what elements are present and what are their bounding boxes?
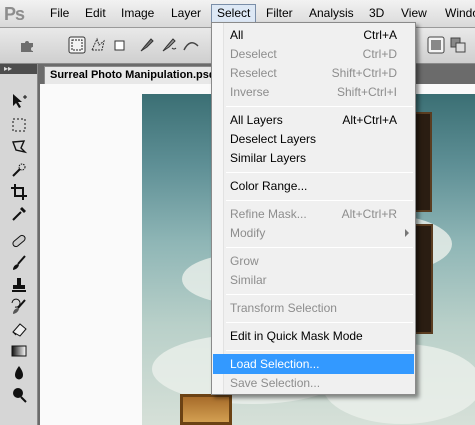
menu-item-label: Color Range... [230,179,308,193]
menu-item-shortcut: Shift+Ctrl+I [336,85,397,99]
menu-image[interactable]: Image [116,4,159,23]
menu-item-label: All Layers [230,113,283,127]
menu-item-shortcut: Shift+Ctrl+D [331,66,397,80]
combine-shapes-icon[interactable] [427,36,445,54]
menu-item-color-range[interactable]: Color Range... [213,176,414,196]
menu-item-inverse[interactable]: Inverse Shift+Ctrl+I [213,82,414,102]
menu-item-shortcut: Alt+Ctrl+A [342,113,397,127]
menu-edit[interactable]: Edit [80,4,111,23]
tools-panel-grip[interactable]: ▸▸ [0,64,37,74]
freeform-pen-icon[interactable] [160,36,178,54]
menu-item-save-selection[interactable]: Save Selection... [213,373,414,393]
add-to-selection-icon[interactable] [89,36,107,54]
submenu-arrow-icon [405,229,409,237]
menu-item-shortcut: Ctrl+D [362,47,397,61]
menu-item-deselect-layers[interactable]: Deselect Layers [213,129,414,149]
blur-tool-icon[interactable] [10,364,28,382]
menu-item-modify[interactable]: Modify [213,223,414,243]
path-icon[interactable] [182,36,200,54]
marquee-tool-icon[interactable] [10,116,28,134]
menu-item-label: Edit in Quick Mask Mode [230,329,363,343]
menu-item-label: Load Selection... [230,357,320,371]
menu-item-similar[interactable]: Similar [213,270,414,290]
menu-item-label: Similar Layers [230,151,307,165]
menu-item-reselect[interactable]: Reselect Shift+Ctrl+D [213,63,414,83]
clone-stamp-tool-icon[interactable] [10,276,28,294]
menu-separator [226,350,413,351]
crop-tool-icon[interactable] [10,183,28,201]
tools-panel: ▸▸ [0,64,38,425]
menu-item-label: Refine Mask... [230,207,307,221]
menu-separator [226,247,413,248]
menu-separator [226,322,413,323]
menu-item-label: Reselect [230,66,277,80]
menu-layer[interactable]: Layer [166,4,206,23]
rectangle-icon[interactable] [110,36,128,54]
menu-item-grow[interactable]: Grow [213,251,414,271]
menu-item-label: Grow [230,254,259,268]
document-tab[interactable]: Surreal Photo Manipulation.psd [44,66,220,84]
photoshop-logo: Ps [4,4,25,24]
menu-filter[interactable]: Filter [261,4,298,23]
menu-item-deselect[interactable]: Deselect Ctrl+D [213,44,414,64]
menu-item-label: Deselect Layers [230,132,317,146]
eraser-tool-icon[interactable] [10,320,28,338]
menu-item-load-selection[interactable]: Load Selection... [213,354,414,374]
menu-separator [226,172,413,173]
menu-item-label: Modify [230,226,266,240]
menu-3d[interactable]: 3D [364,4,389,23]
subtract-shapes-icon[interactable] [449,36,467,54]
new-selection-icon[interactable] [68,36,86,54]
menu-item-similar-layers[interactable]: Similar Layers [213,148,414,168]
eyedropper-tool-icon[interactable] [10,205,28,223]
menu-item-shortcut: Alt+Ctrl+R [341,207,397,221]
menu-window[interactable]: Windo [440,4,475,23]
menu-separator [226,200,413,201]
menu-item-label: Similar [230,273,267,287]
menu-item-label: All [230,28,244,42]
move-tool-icon[interactable] [10,92,28,110]
select-menu-dropdown: All Ctrl+A Deselect Ctrl+D Reselect Shif… [211,22,416,395]
menu-item-quick-mask[interactable]: Edit in Quick Mask Mode [213,326,414,346]
lasso-tool-icon[interactable] [10,138,28,156]
menu-item-label: Deselect [230,47,277,61]
menu-item-transform-selection[interactable]: Transform Selection [213,298,414,318]
menu-select[interactable]: Select [211,4,257,23]
puzzle-tool-preset-icon[interactable] [18,36,36,54]
spot-healing-tool-icon[interactable] [10,232,28,250]
menu-separator [226,106,413,107]
menu-item-label: Inverse [230,85,270,99]
menu-analysis[interactable]: Analysis [304,4,359,23]
menu-item-label: Save Selection... [230,376,321,390]
menu-view[interactable]: View [396,4,432,23]
menu-item-shortcut: Ctrl+A [363,28,397,42]
brush-tool-icon[interactable] [10,254,28,272]
dodge-tool-icon[interactable] [10,386,28,404]
menu-item-label: Transform Selection [230,301,337,315]
menu-item-all[interactable]: All Ctrl+A [213,25,414,45]
menu-separator [226,294,413,295]
pen-icon[interactable] [138,36,156,54]
history-brush-tool-icon[interactable] [10,298,28,316]
quick-selection-tool-icon[interactable] [10,161,28,179]
menu-item-all-layers[interactable]: All Layers Alt+Ctrl+A [213,110,414,130]
gold-picture-frame [180,394,232,425]
menu-file[interactable]: File [45,4,74,23]
gradient-tool-icon[interactable] [10,342,28,360]
menu-item-refine-mask[interactable]: Refine Mask... Alt+Ctrl+R [213,204,414,224]
